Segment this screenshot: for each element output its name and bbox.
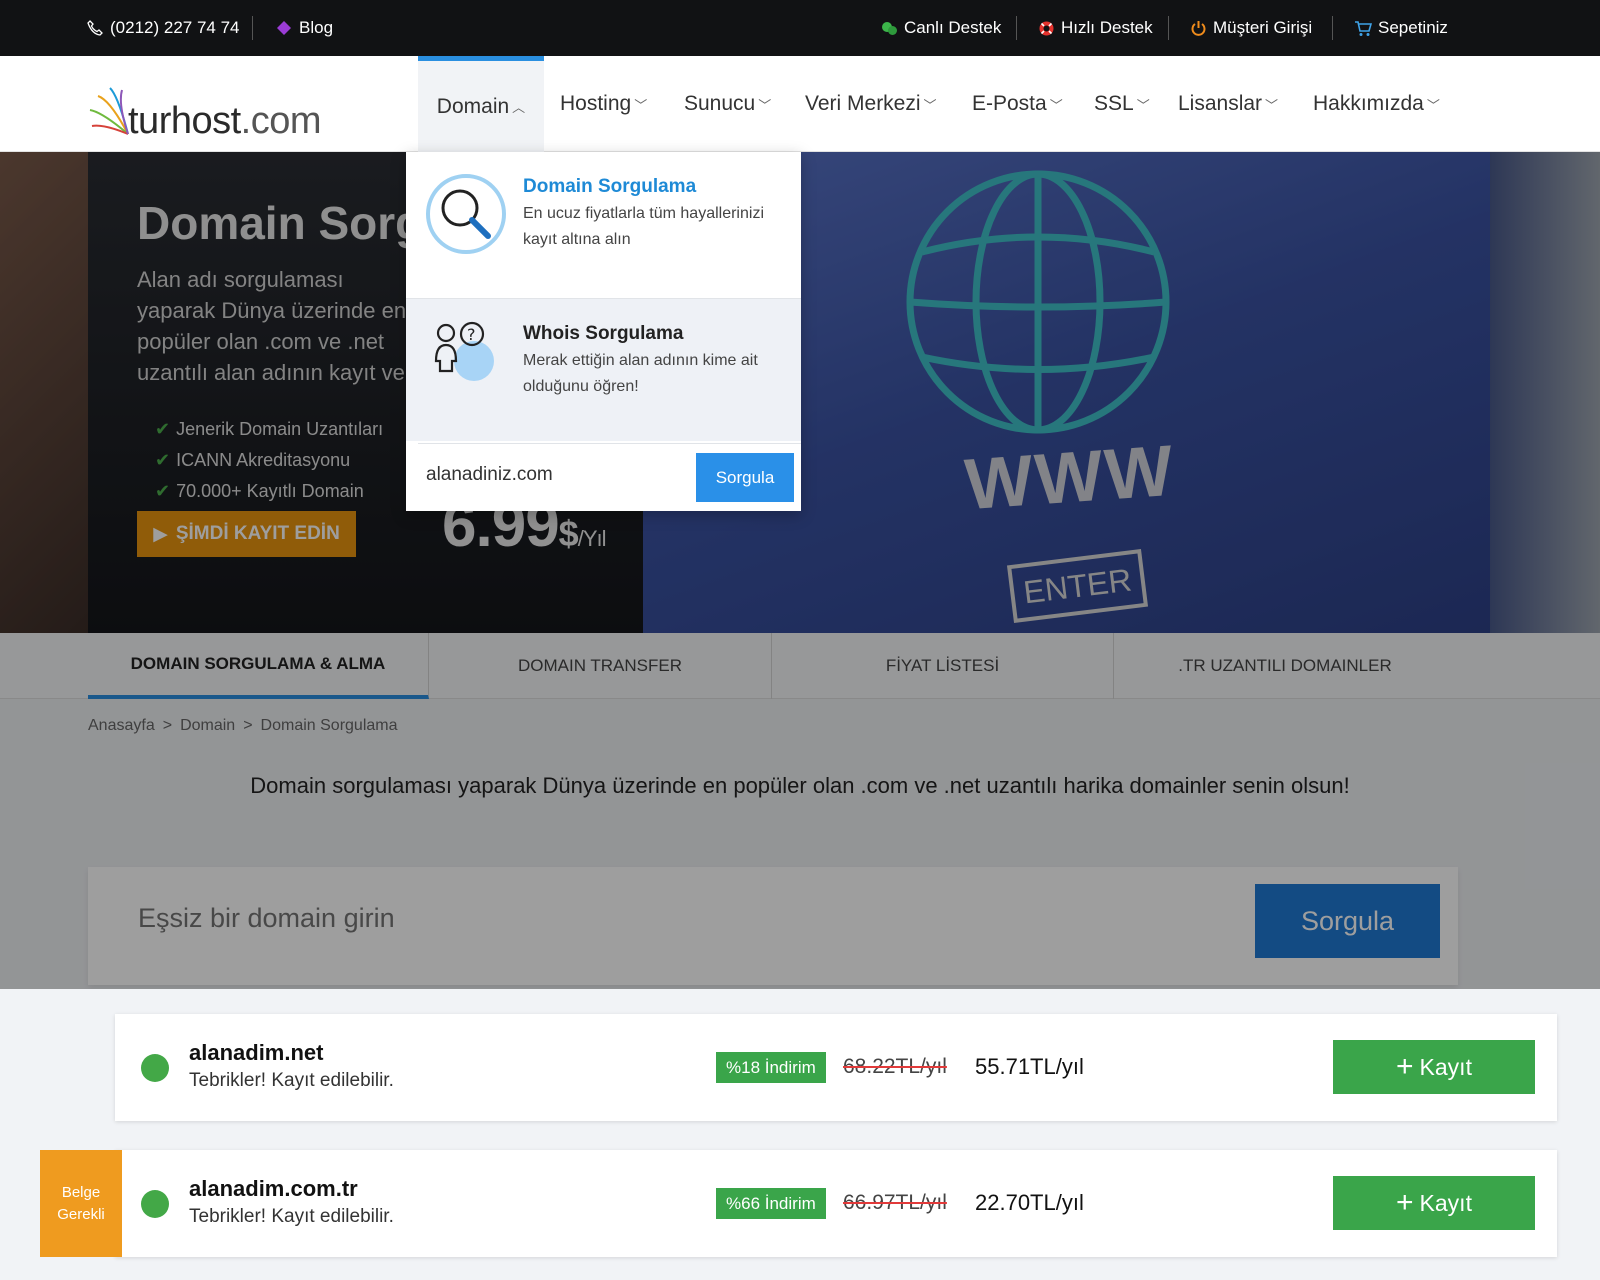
cart-icon — [1354, 19, 1372, 37]
divider — [1168, 16, 1169, 40]
result-row: alanadim.net Tebrikler! Kayıt edilebilir… — [115, 1014, 1557, 1121]
svg-text:?: ? — [467, 325, 476, 344]
discount-badge: %66 İndirim — [716, 1188, 826, 1219]
nav-sunucu[interactable]: Sunucu ﹀ — [684, 56, 771, 152]
nav-hakkimizda[interactable]: Hakkımızda ﹀ — [1313, 56, 1440, 152]
fast-support-link[interactable]: Hızlı Destek — [1037, 0, 1153, 56]
old-price: 68.22TL/yıl — [843, 1055, 947, 1078]
document-required-tag: Belge Gerekli — [40, 1150, 122, 1257]
logo-mark-icon — [89, 87, 129, 135]
divider — [1332, 16, 1333, 40]
blog-label: Blog — [299, 18, 334, 37]
dropdown-item-title: Whois Sorgulama — [523, 323, 684, 344]
phone-icon — [86, 19, 104, 37]
register-button[interactable]: + Kayıt — [1333, 1176, 1535, 1230]
nav-ssl[interactable]: SSL ﹀ — [1094, 56, 1150, 152]
tag-line: Gerekli — [57, 1205, 105, 1223]
nav-domain-label: Domain — [436, 94, 510, 118]
new-price: 55.71TL/yıl — [975, 1054, 1084, 1079]
divider — [252, 16, 253, 40]
quick-domain-input[interactable] — [426, 464, 666, 486]
dropdown-item-whois[interactable]: ? Whois Sorgulama Merak ettiğin alan adı… — [406, 298, 801, 441]
result-status: Tebrikler! Kayıt edilebilir. — [189, 1206, 394, 1227]
available-status-icon — [141, 1054, 169, 1082]
discount-badge: %18 İndirim — [716, 1052, 826, 1083]
chevron-down-icon: ﹀ — [923, 97, 937, 113]
old-price: 66.97TL/yıl — [843, 1191, 947, 1214]
fast-support-label: Hızlı Destek — [1061, 18, 1153, 37]
chevron-down-icon: ﹀ — [758, 97, 772, 113]
diamond-icon — [275, 19, 293, 37]
domain-dropdown-menu: Domain Sorgulama En ucuz fiyatlarla tüm … — [406, 152, 801, 511]
main-header: turhost.com Domain ︿ Hosting ﹀ Sunucu ﹀ Ver… — [0, 56, 1600, 152]
cart-label: Sepetiniz — [1378, 18, 1448, 37]
live-support-link[interactable]: Canlı Destek — [880, 0, 1001, 56]
chevron-down-icon: ﹀ — [1049, 97, 1063, 113]
result-domain-name: alanadim.net — [189, 1040, 324, 1065]
chevron-down-icon: ﹀ — [1265, 97, 1279, 113]
nav-ssl-label: SSL — [1094, 92, 1134, 115]
result-status: Tebrikler! Kayıt edilebilir. — [189, 1070, 394, 1091]
available-status-icon — [141, 1190, 169, 1218]
customer-login-link[interactable]: Müşteri Girişi — [1189, 0, 1312, 56]
nav-hosting[interactable]: Hosting ﹀ — [560, 56, 647, 152]
new-price: 22.70TL/yıl — [975, 1190, 1084, 1215]
dropdown-item-desc: Merak ettiğin alan adının kime ait olduğ… — [523, 352, 758, 395]
nav-veri-merkezi[interactable]: Veri Merkezi ﹀ — [805, 56, 937, 152]
cart-link[interactable]: Sepetiniz — [1354, 0, 1448, 56]
chevron-up-icon: ︿ — [512, 100, 526, 115]
register-button[interactable]: + Kayıt — [1333, 1040, 1535, 1094]
customer-login-label: Müşteri Girişi — [1213, 18, 1313, 37]
nav-veri-merkezi-label: Veri Merkezi — [805, 92, 921, 115]
whois-people-icon: ? — [434, 321, 494, 381]
dropdown-item-domain-sorgulama[interactable]: Domain Sorgulama En ucuz fiyatlarla tüm … — [406, 152, 801, 298]
nav-lisanslar[interactable]: Lisanslar ﹀ — [1178, 56, 1278, 152]
top-bar: (0212) 227 74 74 Blog Canlı Destek Hızlı… — [0, 0, 1600, 56]
dropdown-quick-search: Sorgula — [418, 443, 801, 511]
chevron-down-icon: ﹀ — [1426, 97, 1440, 113]
plus-icon: + — [1396, 1050, 1414, 1083]
live-support-label: Canlı Destek — [904, 18, 1002, 37]
logo-text: turhost.com — [128, 100, 322, 142]
nav-sunucu-label: Sunucu — [684, 92, 756, 115]
phone-number: (0212) 227 74 74 — [110, 18, 240, 37]
nav-hakkimizda-label: Hakkımızda — [1313, 92, 1424, 115]
nav-domain[interactable]: Domain ︿ — [418, 56, 544, 152]
power-icon — [1189, 19, 1207, 37]
nav-lisanslar-label: Lisanslar — [1178, 92, 1263, 115]
divider — [1016, 16, 1017, 40]
chevron-down-icon: ﹀ — [634, 97, 648, 113]
blog-link[interactable]: Blog — [275, 0, 333, 56]
phone-link[interactable]: (0212) 227 74 74 — [86, 0, 240, 56]
chat-icon — [880, 19, 898, 37]
magnifier-icon — [426, 174, 506, 254]
chevron-down-icon: ﹀ — [1136, 97, 1150, 113]
quick-search-button[interactable]: Sorgula — [696, 453, 794, 502]
lifebuoy-icon — [1037, 19, 1055, 37]
dropdown-item-desc: En ucuz fiyatlarla tüm hayallerinizi kay… — [523, 205, 764, 248]
turhost-logo[interactable]: turhost.com — [88, 70, 322, 142]
nav-e-posta-label: E-Posta — [972, 92, 1047, 115]
tag-line: Belge — [61, 1183, 101, 1201]
result-row: alanadim.com.tr Tebrikler! Kayıt edilebi… — [115, 1150, 1557, 1257]
plus-icon: + — [1396, 1186, 1414, 1219]
dropdown-item-title: Domain Sorgulama — [523, 176, 697, 197]
result-domain-name: alanadim.com.tr — [189, 1176, 358, 1201]
nav-e-posta[interactable]: E-Posta ﹀ — [972, 56, 1063, 152]
nav-hosting-label: Hosting — [560, 92, 632, 115]
